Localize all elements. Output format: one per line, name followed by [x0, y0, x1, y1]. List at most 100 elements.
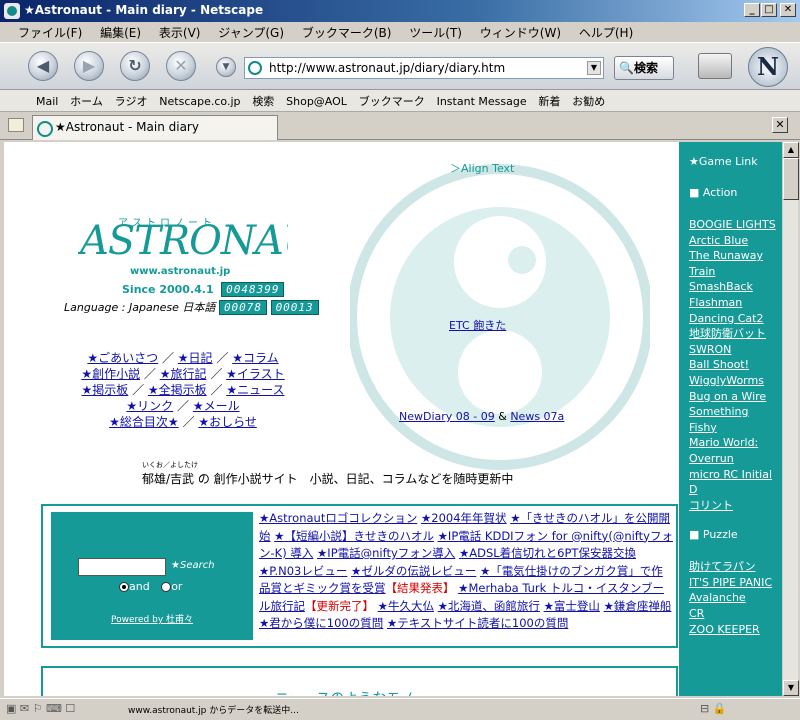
news-item[interactable]: ★P.N03レビュー — [259, 564, 347, 578]
personal-item-im[interactable]: Instant Message — [433, 92, 531, 111]
nav-diary[interactable]: ★日記 — [178, 351, 213, 365]
url-history-dropdown[interactable]: ▼ — [587, 61, 601, 75]
nav-travel[interactable]: ★旅行記 — [160, 367, 207, 381]
nav-index[interactable]: ★総合目次★ — [109, 415, 179, 429]
sidebar-game-link[interactable]: The Runaway Train — [689, 248, 779, 279]
nav-link[interactable]: ★リンク — [126, 399, 173, 413]
and-radio[interactable] — [119, 582, 129, 592]
sidebar-game-link[interactable]: micro RC Initial D — [689, 467, 779, 498]
nav-novel[interactable]: ★創作小説 — [81, 367, 140, 381]
sidebar-game-link[interactable]: BOOGIE LIGHTS — [689, 217, 779, 233]
personal-item-bookmarks[interactable]: ブックマーク — [355, 90, 429, 112]
nav-bbs[interactable]: ★掲示板 — [82, 383, 129, 397]
stop-button[interactable]: ✕ — [166, 51, 196, 81]
news-item[interactable]: ★富士登山 — [544, 599, 600, 613]
sidebar-game-link[interactable]: WigglyWorms — [689, 373, 779, 389]
print-icon[interactable] — [698, 53, 732, 79]
vertical-scrollbar[interactable]: ▲ ▼ — [782, 142, 799, 696]
scroll-thumb[interactable] — [783, 158, 799, 200]
sidebar-game-link[interactable]: コリント — [689, 498, 779, 514]
sidebar-puzzle-link[interactable]: Avalanche — [689, 590, 779, 606]
personal-item-netscape[interactable]: Netscape.co.jp — [155, 92, 244, 111]
url-dropdown-button[interactable]: ▼ — [216, 57, 236, 77]
personal-item-shop[interactable]: Shop@AOL — [282, 92, 351, 111]
sidebar-game-link[interactable]: 地球防衛バット — [689, 326, 779, 342]
sidebar-game-link[interactable]: SmashBack — [689, 279, 779, 295]
news-item[interactable]: ★テキストサイト読者に100の質問 — [387, 616, 568, 630]
sidebar-puzzle-link[interactable]: ZOO KEEPER — [689, 622, 779, 638]
search-button[interactable]: 🔍検索 — [614, 56, 674, 80]
menu-bookmarks[interactable]: ブックマーク(B) — [295, 22, 399, 43]
back-button[interactable]: ◀ — [28, 51, 58, 81]
powered-by-link[interactable]: Powered by 杜甫々 — [111, 612, 193, 625]
netscape-logo[interactable]: N — [748, 47, 788, 87]
nav-mail[interactable]: ★メール — [193, 399, 240, 413]
netscape-app-icon[interactable] — [4, 3, 20, 19]
close-button[interactable]: ✕ — [780, 3, 796, 17]
close-tab-button[interactable]: ✕ — [772, 117, 788, 133]
align-text-link[interactable]: ＞Align Text — [450, 160, 514, 176]
scroll-up-button[interactable]: ▲ — [783, 142, 799, 158]
personal-item-mail[interactable]: Mail — [0, 92, 62, 111]
sidebar-game-link[interactable]: Flashman — [689, 295, 779, 311]
sidebar-puzzle-link[interactable]: 助けてラパン — [689, 559, 779, 575]
scroll-down-button[interactable]: ▼ — [783, 680, 799, 696]
tab-title: ★Astronaut - Main diary — [55, 120, 199, 134]
security-lock-icon[interactable]: ⊟ 🔒 — [700, 702, 726, 715]
news-item[interactable]: ★【短編小説】きせきのハオル — [274, 529, 434, 543]
news-item[interactable]: ★IP電話@niftyフォン導入 — [317, 546, 455, 560]
minimize-button[interactable]: _ — [744, 3, 760, 17]
menu-view[interactable]: 表示(V) — [152, 22, 208, 43]
sidebar-game-link[interactable]: SWRON — [689, 342, 779, 358]
personal-item-new[interactable]: 新着 — [534, 90, 564, 112]
news-item[interactable]: ★北海道、函館旅行 — [438, 599, 540, 613]
etc-link[interactable]: ETC 飽きた — [449, 317, 506, 333]
menu-tools[interactable]: ツール(T) — [402, 22, 469, 43]
status-component-icons[interactable]: ▣ ✉ ⚐ ⌨ ☐ — [6, 702, 116, 715]
or-radio[interactable] — [161, 582, 172, 592]
news-item[interactable]: ★君から僕に100の質問 — [259, 616, 383, 630]
reload-button[interactable]: ↻ — [120, 51, 150, 81]
menu-edit[interactable]: 編集(E) — [93, 22, 148, 43]
author-ruby: いくお／よしたけ — [142, 461, 198, 469]
menu-file[interactable]: ファイル(F) — [0, 22, 89, 43]
sidebar-game-link[interactable]: Dancing Cat2 — [689, 311, 779, 327]
site-search-panel: ★Search and or Powered by 杜甫々 — [51, 512, 253, 640]
news-item[interactable]: ★牛久大仏 — [378, 599, 434, 613]
personal-item-radio[interactable]: ラジオ — [111, 90, 152, 112]
new-tab-icon[interactable] — [8, 118, 24, 132]
nav-all-bbs[interactable]: ★全掲示板 — [148, 383, 207, 397]
tab-main-diary[interactable]: ★Astronaut - Main diary — [32, 115, 278, 140]
news-item[interactable]: ★鎌倉座禅船 — [604, 599, 672, 613]
url-field[interactable]: http://www.astronaut.jp/diary/diary.htm … — [244, 57, 604, 79]
newdiary-link[interactable]: NewDiary 08 - 09 — [399, 410, 495, 423]
nav-news[interactable]: ★ニュース — [226, 383, 284, 397]
forward-button[interactable]: ▶ — [74, 51, 104, 81]
news-item[interactable]: ★2004年年賀状 — [421, 511, 507, 525]
maximize-button[interactable]: □ — [761, 3, 777, 17]
menu-go[interactable]: ジャンプ(G) — [211, 22, 291, 43]
sidebar-puzzle-link[interactable]: CR — [689, 606, 779, 622]
news-item[interactable]: ★Astronautロゴコレクション — [259, 511, 417, 525]
news-item[interactable]: ★ゼルダの伝説レビュー — [351, 564, 476, 578]
menu-window[interactable]: ウィンドウ(W) — [473, 22, 568, 43]
sidebar-game-link[interactable]: Mario World: Overrun — [689, 435, 779, 466]
sidebar-puzzle-link[interactable]: IT'S PIPE PANIC — [689, 575, 779, 591]
site-search-button[interactable]: ★Search — [171, 560, 229, 576]
site-search-input[interactable] — [78, 558, 166, 576]
sidebar-game-link[interactable]: Ball Shoot! — [689, 357, 779, 373]
menu-help[interactable]: ヘルプ(H) — [572, 22, 640, 43]
news-link[interactable]: News 07a — [510, 410, 564, 423]
nav-notice[interactable]: ★おしらせ — [198, 415, 257, 429]
personal-item-recommend[interactable]: お勧め — [568, 90, 609, 112]
personal-item-search[interactable]: 検索 — [248, 90, 278, 112]
personal-item-home[interactable]: ホーム — [66, 90, 107, 112]
nav-greeting[interactable]: ★ごあいさつ — [87, 351, 158, 365]
nav-column[interactable]: ★コラム — [232, 351, 278, 365]
sidebar-game-link[interactable]: Arctic Blue — [689, 233, 779, 249]
nav-illust[interactable]: ★イラスト — [226, 367, 285, 381]
sidebar-game-link[interactable]: Bug on a Wire — [689, 389, 779, 405]
sidebar-game-link[interactable]: Something Fishy — [689, 404, 779, 435]
news-item[interactable]: ★ADSL着信切れと6PT保安器交換 — [459, 546, 636, 560]
news-section-box: ニュースのようなモノ — [41, 666, 678, 696]
